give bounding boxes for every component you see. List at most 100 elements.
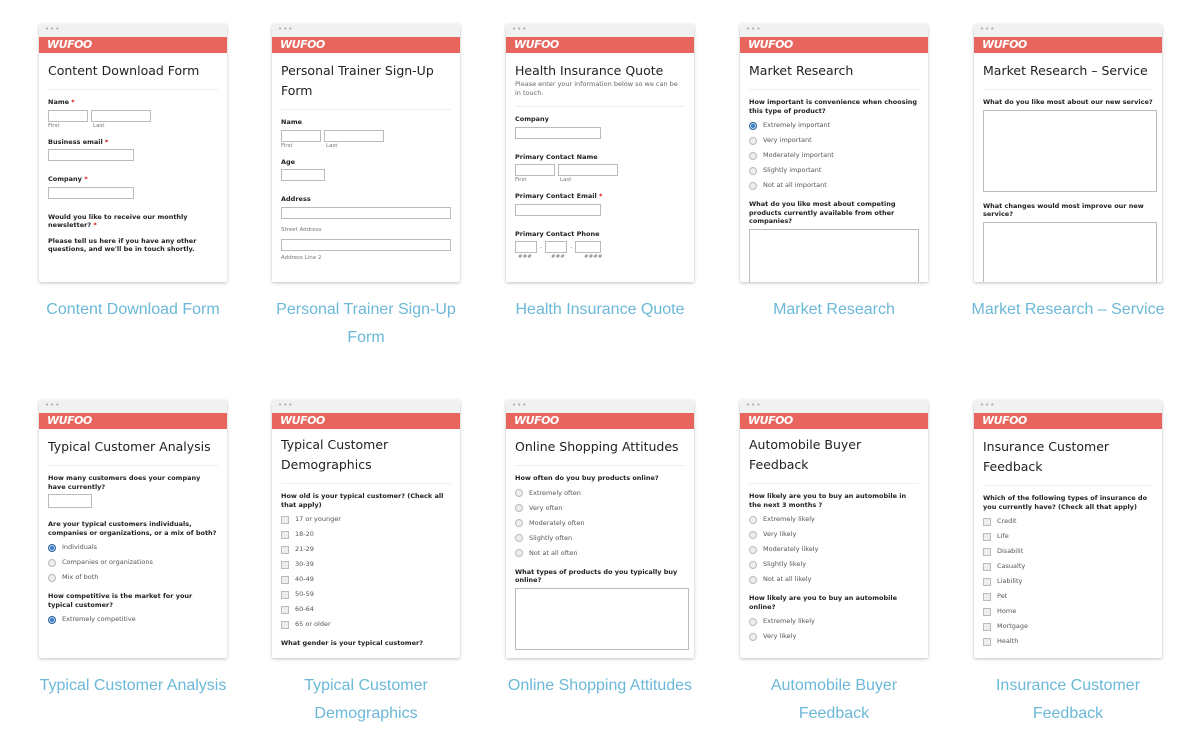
radio-icon: [515, 549, 523, 557]
checkbox-option: Liability: [983, 574, 1153, 589]
window-chrome: •••: [272, 24, 460, 37]
radio-option: Moderately often: [515, 516, 685, 531]
template-caption[interactable]: Typical Customer Analysis: [35, 672, 231, 700]
field-label: What do you like most about competing pr…: [749, 200, 896, 225]
checkbox-icon: [983, 637, 991, 646]
radio-option: Companies or organizations: [48, 555, 218, 570]
radio-option: Extremely likely: [749, 512, 919, 527]
form-preview: Insurance Customer Feedback Which of the…: [974, 429, 1162, 649]
checkbox-option: Health: [983, 634, 1153, 649]
radio-option: Slightly important: [749, 163, 919, 178]
radio-selected-icon: [749, 121, 757, 130]
field-label: How competitive is the market for your t…: [48, 592, 193, 609]
textarea: [983, 221, 1157, 282]
form-preview: Personal Trainer Sign-Up Form Name First…: [272, 53, 460, 263]
phone-line-input: [575, 241, 602, 253]
checkbox-option: 65 or older: [281, 617, 451, 632]
window-dots-icon: •••: [278, 25, 294, 33]
template-caption[interactable]: Typical Customer Demographics: [268, 672, 464, 728]
brand-bar: WUFOO: [974, 37, 1162, 53]
template-caption[interactable]: Automobile Buyer Feedback: [736, 672, 932, 728]
template-thumbnail[interactable]: ••• WUFOO Content Download Form Name * F…: [39, 24, 227, 282]
first-name-input: [515, 164, 555, 176]
radio-icon: [749, 530, 757, 539]
window-chrome: •••: [506, 24, 694, 37]
field-label: How old is your typical customer? (Check…: [281, 492, 444, 509]
template-caption[interactable]: Personal Trainer Sign-Up Form: [268, 296, 464, 352]
form-preview: Market Research – Service What do you li…: [974, 53, 1162, 282]
window-chrome: •••: [39, 24, 227, 37]
template-caption[interactable]: Health Insurance Quote: [502, 296, 698, 324]
window-chrome: •••: [39, 400, 227, 413]
field-label: Primary Contact Phone: [515, 229, 600, 238]
radio-option: Not at all important: [749, 178, 919, 193]
wufoo-logo: WUFOO: [280, 38, 325, 51]
radio-option: Slightly likely: [749, 557, 919, 572]
checkbox-option: 50-59: [281, 587, 451, 602]
form-title: Market Research – Service: [983, 59, 1153, 90]
form-preview: Market Research How important is conveni…: [740, 53, 928, 282]
field-label: How often do you buy products online?: [515, 474, 659, 482]
template-thumbnail[interactable]: ••• WUFOO Typical Customer Analysis How …: [39, 400, 227, 658]
field-label: Business email *: [48, 137, 109, 146]
checkbox-option: 40-49: [281, 572, 451, 587]
field-label: How many customers does your company hav…: [48, 474, 201, 491]
template-thumbnail[interactable]: ••• WUFOO Typical Customer Demographics …: [272, 400, 460, 658]
radio-option: Mix of both: [48, 570, 218, 585]
company-input: [515, 126, 601, 139]
brand-bar: WUFOO: [272, 413, 460, 429]
email-input: [515, 203, 601, 216]
template-caption[interactable]: Insurance Customer Feedback: [970, 672, 1166, 728]
form-preview: Health Insurance Quote Please enter your…: [506, 53, 694, 262]
brand-bar: WUFOO: [39, 37, 227, 53]
radio-option: Extremely often: [515, 486, 685, 501]
checkbox-icon: [983, 517, 991, 526]
template-caption[interactable]: Market Research – Service: [970, 296, 1166, 324]
field-label: What types of products do you typically …: [515, 567, 678, 585]
template-thumbnail[interactable]: ••• WUFOO Health Insurance Quote Please …: [506, 24, 694, 282]
field-label: Age: [281, 157, 296, 166]
template-caption[interactable]: Online Shopping Attitudes: [502, 672, 698, 700]
checkbox-icon: [983, 577, 991, 586]
window-dots-icon: •••: [512, 25, 528, 33]
form-title: Typical Customer Demographics: [281, 435, 451, 484]
template-caption[interactable]: Market Research: [736, 296, 932, 324]
window-dots-icon: •••: [45, 401, 61, 409]
checkbox-option: Credit: [983, 514, 1153, 529]
window-dots-icon: •••: [746, 401, 762, 409]
template-thumbnail[interactable]: ••• WUFOO Market Research How important …: [740, 24, 928, 282]
radio-icon: [515, 534, 523, 542]
template-thumbnail[interactable]: ••• WUFOO Online Shopping Attitudes How …: [506, 400, 694, 658]
field-label: How likely are you to buy an automobile …: [749, 594, 898, 611]
radio-option: Extremely likely: [749, 614, 919, 629]
template-thumbnail[interactable]: ••• WUFOO Insurance Customer Feedback Wh…: [974, 400, 1162, 658]
window-chrome: •••: [272, 400, 460, 413]
wufoo-logo: WUFOO: [748, 414, 793, 427]
radio-icon: [749, 151, 757, 160]
field-label: Name: [281, 118, 303, 126]
field-label: Primary Contact Name: [515, 152, 598, 161]
template-caption[interactable]: Content Download Form: [35, 296, 231, 324]
brand-bar: WUFOO: [506, 37, 694, 53]
window-dots-icon: •••: [980, 25, 996, 33]
checkbox-option: 21-29: [281, 542, 451, 557]
field-label: Would you like to receive our monthly ne…: [48, 212, 188, 230]
phone-area-input: [515, 241, 537, 253]
first-name-input: [48, 109, 88, 122]
window-dots-icon: •••: [45, 25, 61, 33]
template-thumbnail[interactable]: ••• WUFOO Automobile Buyer Feedback How …: [740, 400, 928, 658]
checkbox-option: Casualty: [983, 559, 1153, 574]
radio-option: Very likely: [749, 629, 919, 644]
template-thumbnail[interactable]: ••• WUFOO Market Research – Service What…: [974, 24, 1162, 282]
checkbox-icon: [281, 575, 289, 584]
form-preview: Typical Customer Demographics How old is…: [272, 429, 460, 648]
field-label: How important is convenience when choosi…: [749, 98, 918, 115]
checkbox-icon: [983, 607, 991, 616]
template-thumbnail[interactable]: ••• WUFOO Personal Trainer Sign-Up Form …: [272, 24, 460, 282]
form-preview: Automobile Buyer Feedback How likely are…: [740, 429, 928, 644]
field-label: What changes would most improve our new …: [983, 201, 1144, 219]
field-label: Address: [281, 195, 311, 203]
form-preview: Online Shopping Attitudes How often do y…: [506, 429, 694, 650]
checkbox-icon: [281, 605, 289, 614]
form-title: Content Download Form: [48, 59, 218, 90]
